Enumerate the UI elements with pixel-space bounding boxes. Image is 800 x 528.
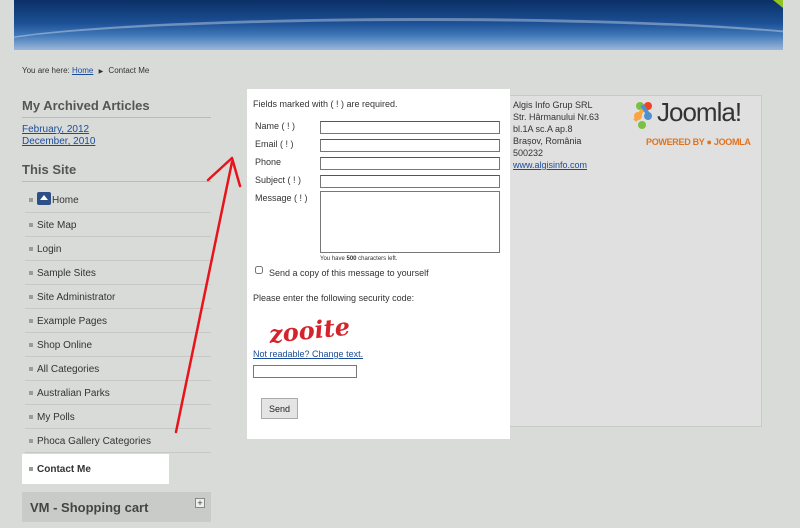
joomla-tagline: POWERED BY ● JOOMLA bbox=[646, 137, 751, 147]
site-menu-title: This Site bbox=[22, 162, 211, 182]
menu-item-phoca-gallery[interactable]: Phoca Gallery Categories bbox=[25, 430, 211, 453]
required-note: Fields marked with ( ! ) are required. bbox=[253, 99, 398, 109]
menu-item-label: Login bbox=[37, 243, 62, 255]
chars-left-count: 500 bbox=[346, 256, 357, 262]
menu-item-example-pages[interactable]: Example Pages bbox=[25, 310, 211, 333]
security-code-label: Please enter the following security code… bbox=[253, 293, 415, 303]
menu-item-label: Contact Me bbox=[37, 463, 91, 475]
phone-label: Phone bbox=[255, 157, 282, 167]
chars-left-suffix: characters left. bbox=[356, 256, 398, 262]
site-menu: Home Site Map Login Sample Sites Site Ad… bbox=[22, 188, 211, 484]
send-button[interactable]: Send bbox=[261, 398, 298, 419]
joomla-wordmark: Joomla! bbox=[657, 97, 742, 127]
bullet-icon bbox=[29, 343, 33, 347]
bullet-icon bbox=[29, 467, 33, 471]
address-line: Str. Hârmanului Nr.63 bbox=[513, 112, 600, 122]
menu-item-label: Site Administrator bbox=[37, 291, 116, 303]
bullet-icon bbox=[29, 271, 33, 275]
name-input[interactable] bbox=[320, 121, 500, 134]
address-line: 500232 bbox=[513, 148, 544, 158]
bullet-icon bbox=[29, 439, 33, 443]
banner-swoosh bbox=[14, 18, 783, 50]
captcha-image: zooite bbox=[267, 314, 351, 348]
menu-item-label: Phoca Gallery Categories bbox=[37, 435, 151, 447]
archive-module-title: My Archived Articles bbox=[22, 98, 211, 118]
header-banner bbox=[14, 0, 783, 50]
bullet-icon bbox=[29, 319, 33, 323]
company-website-link[interactable]: www.algisinfo.com bbox=[513, 160, 587, 170]
menu-item-contact-me[interactable]: Contact Me bbox=[22, 454, 169, 484]
bullet-icon bbox=[29, 391, 33, 395]
menu-item-login[interactable]: Login bbox=[25, 238, 211, 261]
menu-item-label: Sample Sites bbox=[37, 267, 96, 279]
change-captcha-link[interactable]: Not readable? Change text. bbox=[253, 349, 363, 359]
bullet-icon bbox=[29, 295, 33, 299]
message-label: Message ( ! ) bbox=[255, 193, 308, 203]
menu-item-all-categories[interactable]: All Categories bbox=[25, 358, 211, 381]
archive-link-dec-2010[interactable]: December, 2010 bbox=[22, 136, 211, 148]
name-label: Name ( ! ) bbox=[255, 121, 296, 131]
address-line: bl.1A sc.A ap.8 bbox=[513, 124, 573, 134]
menu-item-label: All Categories bbox=[37, 363, 100, 375]
archive-list: February, 2012 December, 2010 bbox=[22, 124, 211, 148]
menu-item-shop-online[interactable]: Shop Online bbox=[25, 334, 211, 357]
archive-link-feb-2012[interactable]: February, 2012 bbox=[22, 124, 211, 136]
menu-item-site-administrator[interactable]: Site Administrator bbox=[25, 286, 211, 309]
subject-input[interactable] bbox=[320, 175, 500, 188]
contact-form: Fields marked with ( ! ) are required. N… bbox=[247, 89, 510, 439]
chars-left-counter: You have 500 characters left. bbox=[320, 256, 398, 262]
captcha-text: zooite bbox=[267, 314, 351, 348]
shopping-cart-module: VM - Shopping cart + bbox=[22, 492, 211, 522]
send-copy-label: Send a copy of this message to yourself bbox=[269, 268, 429, 278]
shopping-cart-title: VM - Shopping cart bbox=[30, 500, 149, 515]
breadcrumb: You are here: Home ▶ Contact Me bbox=[22, 66, 149, 75]
chars-left-prefix: You have bbox=[320, 256, 347, 262]
menu-item-label: Shop Online bbox=[37, 339, 93, 351]
breadcrumb-home-link[interactable]: Home bbox=[72, 66, 93, 75]
home-icon bbox=[37, 191, 51, 205]
menu-item-label: Example Pages bbox=[37, 315, 108, 327]
menu-item-australian-parks[interactable]: Australian Parks bbox=[25, 382, 211, 405]
subject-label: Subject ( ! ) bbox=[255, 175, 302, 185]
menu-item-label: My Polls bbox=[37, 411, 75, 423]
bullet-icon bbox=[29, 415, 33, 419]
bullet-icon bbox=[29, 247, 33, 251]
bullet-icon bbox=[29, 367, 33, 371]
phone-input[interactable] bbox=[320, 157, 500, 170]
menu-item-home[interactable]: Home bbox=[25, 188, 211, 213]
breadcrumb-prefix: You are here: bbox=[22, 66, 70, 75]
company-address: Algis Info Grup SRL Str. Hârmanului Nr.6… bbox=[513, 99, 599, 171]
message-textarea[interactable] bbox=[320, 191, 500, 253]
banner-corner bbox=[773, 0, 783, 8]
email-input[interactable] bbox=[320, 139, 500, 152]
expand-toggle-icon[interactable]: + bbox=[195, 498, 205, 508]
sidebar: My Archived Articles February, 2012 Dece… bbox=[22, 96, 211, 485]
menu-item-sample-sites[interactable]: Sample Sites bbox=[25, 262, 211, 285]
menu-item-label: Site Map bbox=[37, 219, 77, 231]
bullet-icon bbox=[29, 198, 33, 202]
menu-item-my-polls[interactable]: My Polls bbox=[25, 406, 211, 429]
send-copy-checkbox[interactable] bbox=[255, 266, 263, 274]
address-line: Brașov, România bbox=[513, 136, 582, 146]
menu-item-site-map[interactable]: Site Map bbox=[25, 214, 211, 237]
captcha-input[interactable] bbox=[253, 365, 357, 378]
breadcrumb-separator-icon: ▶ bbox=[98, 69, 104, 75]
bullet-icon bbox=[29, 223, 33, 227]
email-label: Email ( ! ) bbox=[255, 139, 294, 149]
address-line: Algis Info Grup SRL bbox=[513, 100, 593, 110]
menu-item-label: Australian Parks bbox=[37, 387, 110, 399]
breadcrumb-current: Contact Me bbox=[108, 66, 150, 75]
menu-item-label: Home bbox=[52, 194, 79, 206]
